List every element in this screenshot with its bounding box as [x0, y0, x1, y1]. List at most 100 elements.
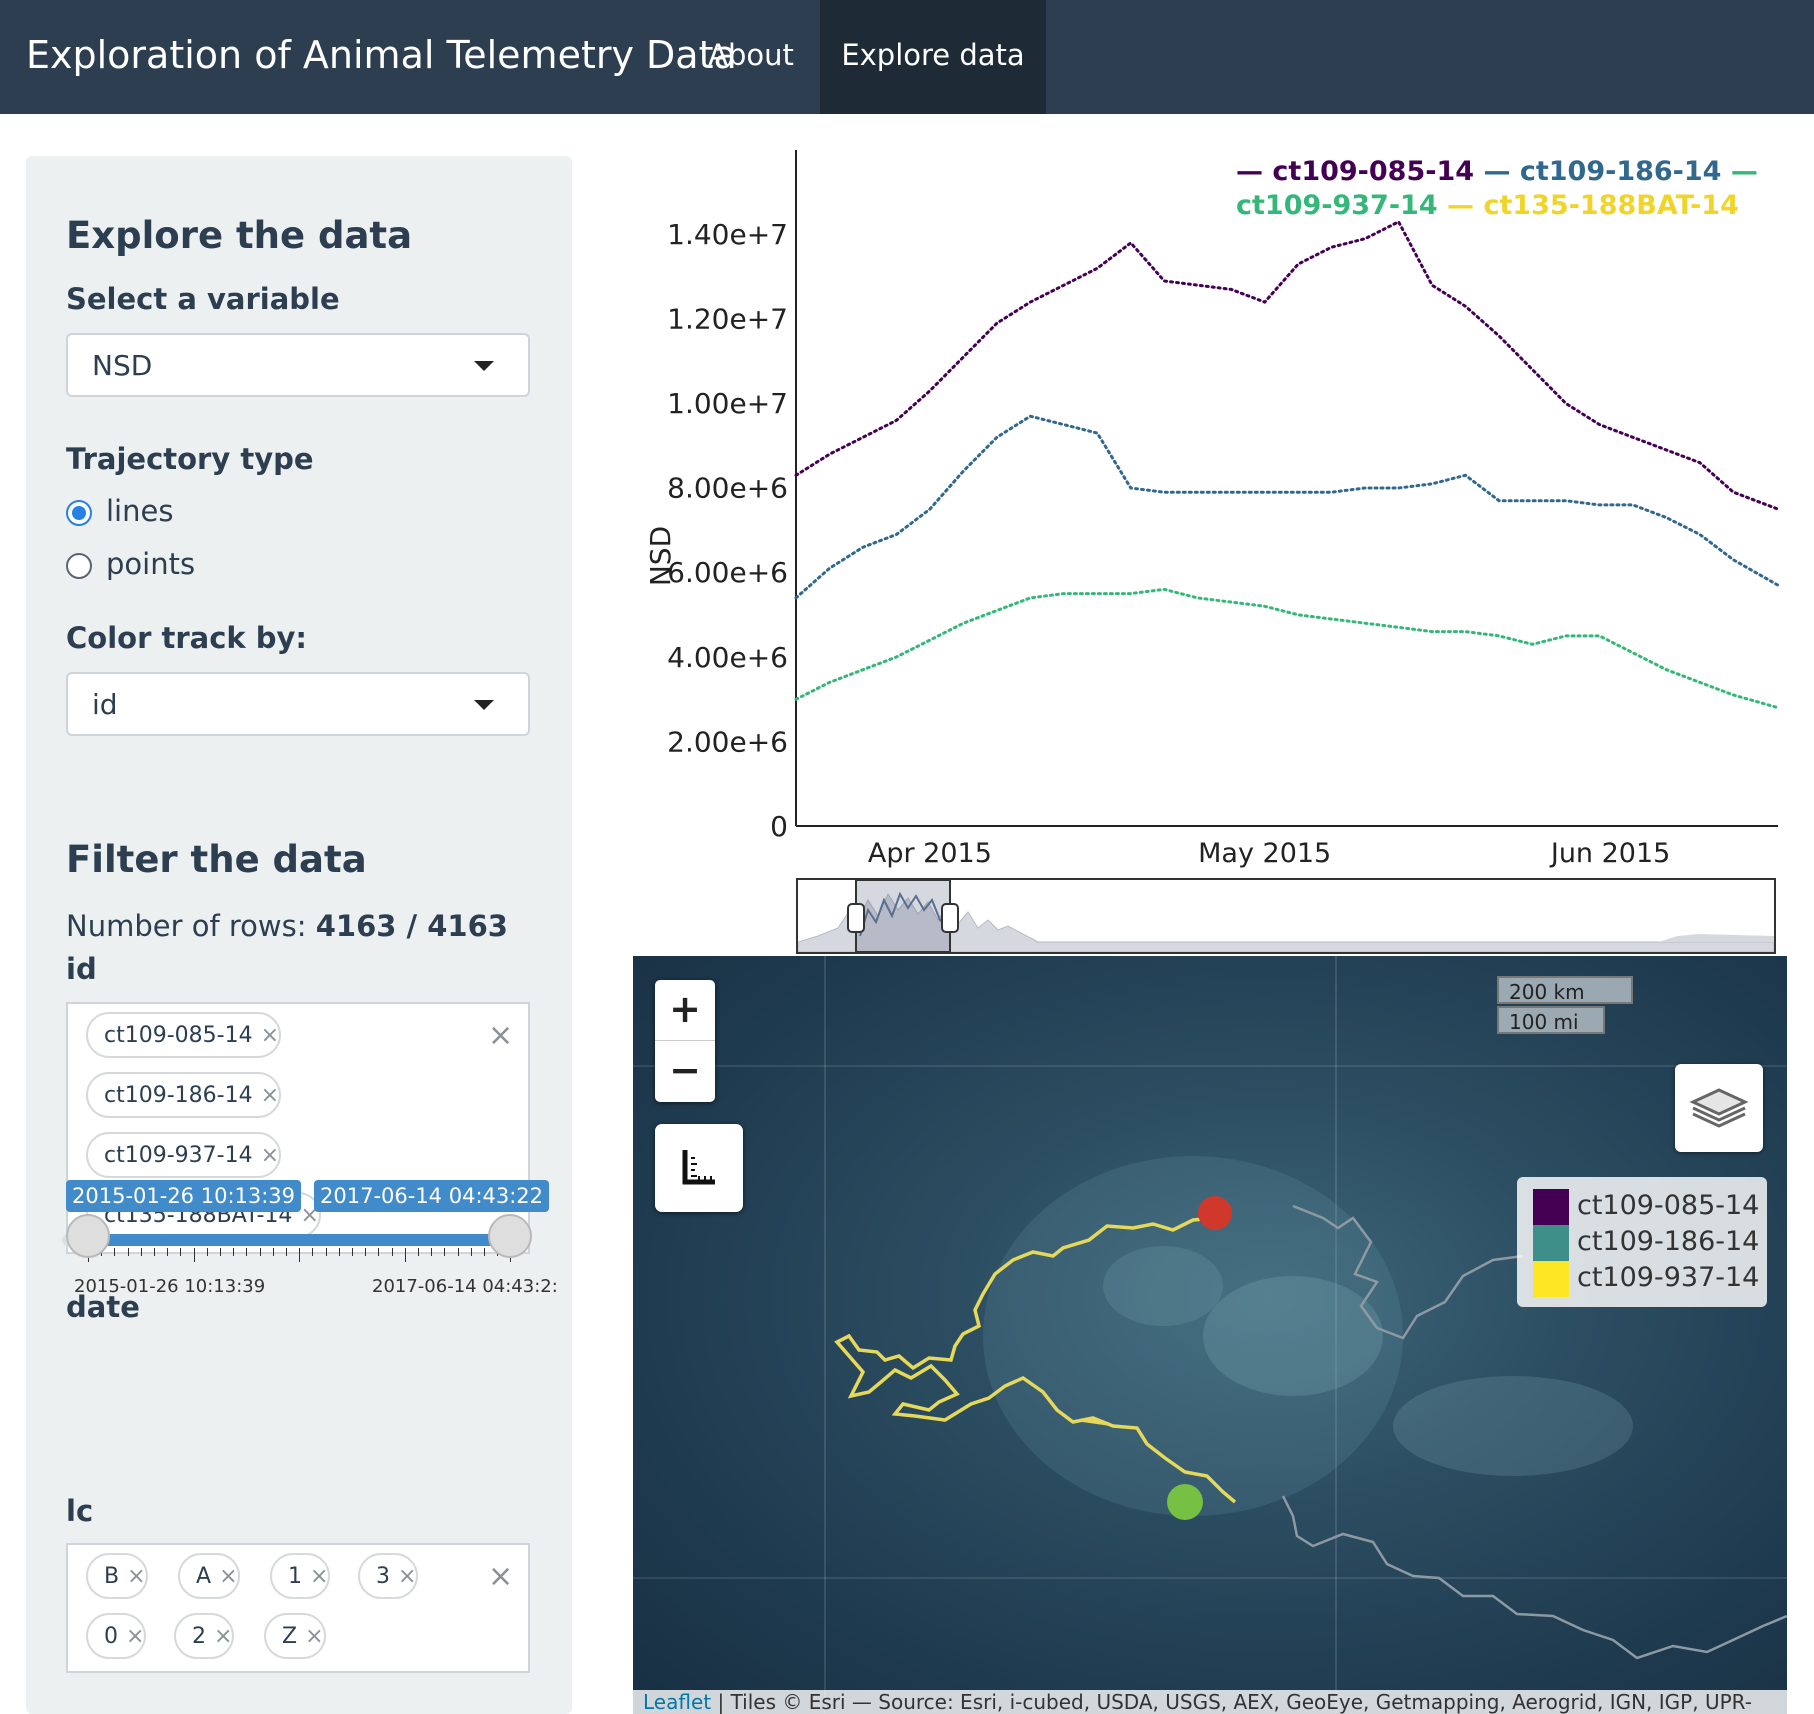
clear-all-icon[interactable]: ×: [488, 1559, 513, 1594]
measure-button[interactable]: [655, 1124, 743, 1212]
legend-item[interactable]: ct109-937-14: [1236, 190, 1438, 221]
x-tick-label: May 2015: [1198, 838, 1331, 869]
trajectory-label: Trajectory type: [66, 442, 314, 476]
tag-lc[interactable]: Z ×: [264, 1613, 326, 1659]
filter-heading: Filter the data: [66, 838, 367, 881]
zoom-control[interactable]: + −: [655, 980, 715, 1102]
layers-button[interactable]: [1675, 1064, 1763, 1152]
tag-lc[interactable]: A ×: [178, 1553, 240, 1599]
slider-tick: [338, 1248, 340, 1256]
slider-tick: [352, 1248, 353, 1256]
remove-tag-icon[interactable]: ×: [219, 1564, 237, 1589]
slider-tick: [206, 1248, 208, 1256]
range-handle-left[interactable]: [847, 903, 865, 933]
slider-tick: [246, 1248, 248, 1256]
slider-tick: [299, 1248, 301, 1262]
x-tick-label: Apr 2015: [868, 838, 992, 869]
remove-tag-icon[interactable]: ×: [261, 1143, 279, 1168]
radio-unchecked-icon[interactable]: [66, 553, 92, 579]
tag-lc[interactable]: 3 ×: [358, 1553, 419, 1599]
slider-tick: [431, 1248, 433, 1256]
date-min-label: 2015-01-26 10:13:39: [74, 1276, 266, 1297]
radio-lines-label: lines: [106, 494, 174, 528]
remove-tag-icon[interactable]: ×: [127, 1564, 145, 1589]
map-attribution: Leaflet | Tiles © Esri — Source: Esri, i…: [633, 1690, 1787, 1714]
y-tick-label: 8.00e+6: [667, 472, 788, 505]
remove-tag-icon[interactable]: ×: [305, 1624, 323, 1649]
variable-label: Select a variable: [66, 282, 340, 316]
date-slider-range[interactable]: [88, 1234, 510, 1246]
remove-tag-icon[interactable]: ×: [214, 1624, 232, 1649]
date-max-label: 2017-06-14 04:43:2:: [372, 1276, 558, 1297]
tag-lc[interactable]: 0 ×: [86, 1613, 147, 1659]
tag-id[interactable]: ct109-186-14 ×: [86, 1072, 282, 1118]
track-end-marker[interactable]: [1198, 1196, 1232, 1230]
slider-tick: [444, 1248, 446, 1256]
slider-tick: [127, 1248, 129, 1256]
tag-lc[interactable]: 2 ×: [174, 1613, 235, 1659]
date-slider-handle-end[interactable]: [488, 1214, 532, 1258]
scale-bar-km: 200 km: [1497, 976, 1633, 1004]
remove-tag-icon[interactable]: ×: [398, 1564, 416, 1589]
remove-tag-icon[interactable]: ×: [261, 1083, 279, 1108]
layers-icon: [1689, 1088, 1749, 1128]
explore-heading: Explore the data: [66, 214, 413, 257]
slider-tick: [259, 1248, 261, 1256]
series-line: [794, 587, 1780, 710]
chevron-down-icon: [474, 361, 494, 371]
map-panel[interactable]: + − 200 km 100 mi ct109-085-14 ct109-186…: [633, 956, 1787, 1714]
variable-select[interactable]: NSD: [66, 333, 530, 397]
scale-bar-mi: 100 mi: [1497, 1006, 1605, 1034]
slider-tick: [418, 1248, 419, 1256]
chart-legend-row2[interactable]: ct109-937-14 — ct135-188BAT-14: [1236, 190, 1739, 221]
navbar: Exploration of Animal Telemetry Data Abo…: [0, 0, 1814, 114]
color-track-label: Color track by:: [66, 621, 308, 655]
remove-tag-icon[interactable]: ×: [126, 1624, 144, 1649]
leaflet-link[interactable]: Leaflet: [643, 1690, 711, 1714]
date-from-label: 2015-01-26 10:13:39: [66, 1180, 302, 1212]
id-filter-label: id: [66, 952, 97, 986]
remove-tag-icon[interactable]: ×: [261, 1023, 279, 1048]
slider-tick: [365, 1248, 367, 1256]
id-tag-select[interactable]: ct109-085-14 × ct109-186-14 × ct109-937-14…: [66, 1002, 530, 1254]
y-tick-label: 1.00e+7: [667, 387, 788, 420]
remove-tag-icon[interactable]: ×: [310, 1564, 328, 1589]
chart-legend[interactable]: — ct109-085-14 — ct109-186-14 —: [1236, 156, 1758, 187]
row-count-value: 4163 / 4163: [315, 909, 508, 943]
legend-item[interactable]: — ct135-188BAT-14: [1447, 190, 1739, 221]
lc-tag-select[interactable]: B × A × 1 × 3 × 0 × 2 × Z × ×: [66, 1543, 530, 1673]
zoom-out-button[interactable]: −: [655, 1041, 715, 1101]
x-tick-label: Jun 2015: [1549, 838, 1670, 869]
slider-tick: [114, 1248, 116, 1256]
color-select[interactable]: id: [66, 672, 530, 736]
slider-tick: [286, 1248, 287, 1256]
tab-about[interactable]: About: [686, 0, 816, 114]
chevron-down-icon: [474, 700, 494, 710]
range-slider-window[interactable]: [855, 879, 951, 953]
track-start-marker[interactable]: [1167, 1484, 1203, 1520]
slider-tick: [378, 1248, 380, 1256]
clear-all-icon[interactable]: ×: [488, 1018, 513, 1053]
slider-tick: [391, 1248, 393, 1256]
legend-item[interactable]: — ct109-085-14: [1236, 156, 1474, 187]
tag-id[interactable]: ct109-085-14 ×: [86, 1012, 282, 1058]
tag-lc[interactable]: 1 ×: [270, 1553, 331, 1599]
slider-tick: [180, 1248, 182, 1256]
radio-points-label: points: [106, 547, 196, 581]
tag-lc[interactable]: B ×: [86, 1553, 148, 1599]
y-tick-label: 1.40e+7: [667, 218, 788, 251]
legend-item[interactable]: — ct109-186-14: [1483, 156, 1721, 187]
zoom-in-button[interactable]: +: [655, 980, 715, 1041]
range-handle-right[interactable]: [941, 903, 959, 933]
range-slider[interactable]: [796, 878, 1776, 954]
tag-id[interactable]: ct109-937-14 ×: [86, 1132, 282, 1178]
date-slider-handle-start[interactable]: [66, 1214, 110, 1258]
radio-checked-icon[interactable]: [66, 500, 92, 526]
row-count: Number of rows: 4163 / 4163: [66, 909, 508, 943]
tab-explore-data[interactable]: Explore data: [820, 0, 1046, 114]
slider-tick: [272, 1248, 274, 1256]
slider-tick: [470, 1248, 472, 1256]
slider-tick: [404, 1248, 406, 1262]
nsd-chart[interactable]: 0 2.00e+6 4.00e+6 6.00e+6 8.00e+6 1.00e+7 1.20…: [620, 150, 1790, 876]
y-tick-label: 1.20e+7: [667, 302, 788, 335]
